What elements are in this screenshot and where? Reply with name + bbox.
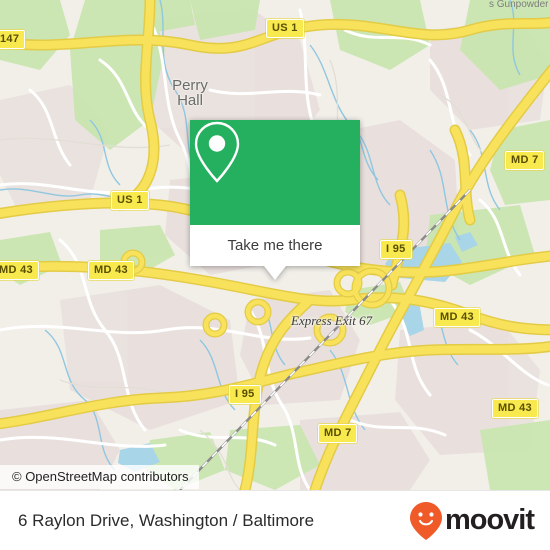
shield-md-147[interactable]: 147: [0, 30, 26, 49]
shield-md-43-bottom-right[interactable]: MD 43: [492, 399, 538, 418]
footer-bar: 6 Raylon Drive, Washington / Baltimore m…: [0, 490, 550, 550]
shield-us-1-left[interactable]: US 1: [111, 191, 149, 210]
shield-md-7-bottom[interactable]: MD 7: [318, 424, 358, 443]
moovit-logo[interactable]: moovit: [409, 501, 535, 541]
road-label-express-exit-67: Express Exit 67: [291, 313, 373, 328]
shield-md-43-far-left[interactable]: MD 43: [0, 261, 39, 280]
popup-footer[interactable]: Take me there: [190, 225, 360, 266]
map-pin-icon: [194, 121, 240, 183]
shield-md-43-left[interactable]: MD 43: [88, 261, 134, 280]
popup-header: [190, 120, 360, 225]
moovit-smiley-pin-icon: [409, 501, 442, 540]
map-canvas[interactable]: Perry Hall s Gunpowder Express Exit 67 1…: [0, 0, 550, 490]
moovit-wordmark: moovit: [444, 504, 535, 536]
location-popup-card[interactable]: Take me there: [190, 120, 360, 280]
take-me-there-label: Take me there: [227, 237, 323, 254]
osm-attribution[interactable]: © OpenStreetMap contributors: [0, 465, 199, 489]
shield-i-95-lower[interactable]: I 95: [229, 385, 261, 404]
town-label-gunpowder: s Gunpowder: [489, 0, 549, 10]
popup-pointer: [264, 266, 286, 280]
moovit-map-screen: Perry Hall s Gunpowder Express Exit 67 1…: [0, 0, 550, 550]
shield-i-95-upper[interactable]: I 95: [380, 240, 412, 259]
shield-md-7-right[interactable]: MD 7: [505, 151, 545, 170]
shield-md-43-center-right[interactable]: MD 43: [434, 308, 480, 327]
address-label: 6 Raylon Drive, Washington / Baltimore: [18, 510, 315, 530]
shield-us-1-top[interactable]: US 1: [266, 19, 304, 38]
